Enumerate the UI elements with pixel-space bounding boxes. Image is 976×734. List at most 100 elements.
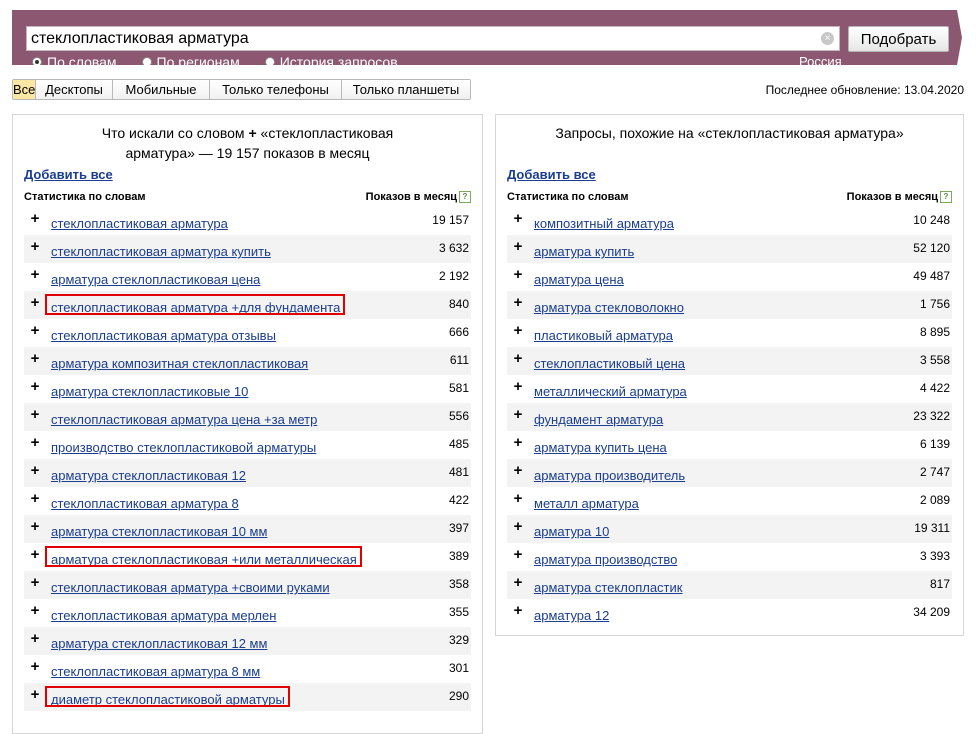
phrase-link[interactable]: арматура стеклопластиковая 12 мм <box>51 636 267 651</box>
phrase-link[interactable]: арматура купить <box>534 244 634 259</box>
add-phrase-plus-icon[interactable]: + <box>29 267 41 282</box>
phrase-link[interactable]: пластиковый арматура <box>534 328 673 343</box>
phrase-link[interactable]: стеклопластиковая арматура +для фундамен… <box>51 300 340 315</box>
phrase-link[interactable]: стеклопластиковая арматура 8 мм <box>51 664 260 679</box>
impressions-count: 19 311 <box>914 521 950 535</box>
add-phrase-plus-icon[interactable]: + <box>512 379 524 394</box>
impressions-count: 2 089 <box>919 493 950 507</box>
phrase-link[interactable]: производство стеклопластиковой арматуры <box>51 440 316 455</box>
phrase-link[interactable]: арматура производство <box>534 552 677 567</box>
phrase-link[interactable]: композитный арматура <box>534 216 674 231</box>
column-phrase: Статистика по словам <box>24 191 146 203</box>
phrase-link[interactable]: арматура производитель <box>534 468 685 483</box>
add-phrase-plus-icon[interactable]: + <box>512 267 524 282</box>
phrase-link[interactable]: арматура цена <box>534 272 624 287</box>
add-phrase-plus-icon[interactable]: + <box>29 295 41 310</box>
tab-mobile[interactable]: Мобильные <box>112 80 209 99</box>
phrase-link[interactable]: стеклопластиковая арматура 8 <box>51 496 239 511</box>
add-phrase-plus-icon[interactable]: + <box>512 519 524 534</box>
panel-title: Запросы, похожие на «стеклопластиковая а… <box>555 125 904 141</box>
impressions-count: 49 487 <box>913 269 950 283</box>
mode-by-regions[interactable]: По регионам <box>141 54 240 65</box>
words-list: + стеклопластиковая арматура 19 157 + стекло… <box>24 207 471 711</box>
phrase-link[interactable]: арматура 12 <box>534 608 609 623</box>
search-band: × Подобрать По словам По регионам Истори… <box>12 10 962 65</box>
add-phrase-plus-icon[interactable]: + <box>29 379 41 394</box>
phrase-link[interactable]: стеклопластиковая арматура цена +за метр <box>51 412 317 427</box>
add-phrase-plus-icon[interactable]: + <box>29 547 41 562</box>
help-icon[interactable]: ? <box>459 191 471 203</box>
add-phrase-plus-icon[interactable]: + <box>512 211 524 226</box>
impressions-count: 611 <box>449 353 469 367</box>
mode-history[interactable]: История запросов <box>264 54 398 65</box>
add-all-link[interactable]: Добавить все <box>507 167 596 182</box>
add-phrase-plus-icon[interactable]: + <box>29 687 41 702</box>
add-phrase-plus-icon[interactable]: + <box>512 323 524 338</box>
add-phrase-plus-icon[interactable]: + <box>512 407 524 422</box>
table-row: + стеклопластиковая арматура 8 422 <box>24 487 471 515</box>
phrase-link[interactable]: стеклопластиковый цена <box>534 356 685 371</box>
add-phrase-plus-icon[interactable]: + <box>29 323 41 338</box>
tab-tablets-only[interactable]: Только планшеты <box>341 80 470 99</box>
phrase-link[interactable]: металлический арматура <box>534 384 687 399</box>
clear-icon[interactable]: × <box>821 32 834 45</box>
phrase-link[interactable]: стеклопластиковая арматура +своими рукам… <box>51 580 330 595</box>
mode-by-words[interactable]: По словам <box>32 54 117 65</box>
phrase-link[interactable]: арматура 10 <box>534 524 609 539</box>
add-phrase-plus-icon[interactable]: + <box>29 659 41 674</box>
add-phrase-plus-icon[interactable]: + <box>512 351 524 366</box>
add-phrase-plus-icon[interactable]: + <box>512 463 524 478</box>
tab-all[interactable]: Все <box>13 80 35 99</box>
tab-phones-only[interactable]: Только телефоны <box>209 80 341 99</box>
add-phrase-plus-icon[interactable]: + <box>512 491 524 506</box>
add-phrase-plus-icon[interactable]: + <box>29 603 41 618</box>
phrase-link[interactable]: стеклопластиковая арматура <box>51 216 228 231</box>
phrase-link[interactable]: арматура композитная стеклопластиковая <box>51 356 308 371</box>
impressions-count: 290 <box>448 689 469 703</box>
search-input[interactable] <box>31 27 811 50</box>
phrase-link[interactable]: арматура стеклопластиковые 10 <box>51 384 248 399</box>
add-phrase-plus-icon[interactable]: + <box>29 239 41 254</box>
add-phrase-plus-icon[interactable]: + <box>29 351 41 366</box>
add-phrase-plus-icon[interactable]: + <box>512 295 524 310</box>
add-phrase-plus-icon[interactable]: + <box>512 603 524 618</box>
add-phrase-plus-icon[interactable]: + <box>29 211 41 226</box>
tab-desktops[interactable]: Десктопы <box>35 80 112 99</box>
table-row: + стеклопластиковая арматура +для фундаме… <box>24 291 471 319</box>
phrase-link[interactable]: арматура стеклопластик <box>534 580 682 595</box>
add-phrase-plus-icon[interactable]: + <box>29 491 41 506</box>
region-link[interactable]: Россия <box>799 54 842 65</box>
last-update: Последнее обновление: 13.04.2020 <box>765 83 964 97</box>
phrase-link[interactable]: стеклопластиковая арматура мерлен <box>51 608 276 623</box>
table-row: + арматура стеклопластиковая 12 мм 329 <box>24 627 471 655</box>
add-phrase-plus-icon[interactable]: + <box>29 631 41 646</box>
add-phrase-plus-icon[interactable]: + <box>29 519 41 534</box>
add-phrase-plus-icon[interactable]: + <box>512 239 524 254</box>
phrase-link[interactable]: арматура купить цена <box>534 440 667 455</box>
submit-button[interactable]: Подобрать <box>848 26 949 52</box>
add-all-link[interactable]: Добавить все <box>24 167 113 182</box>
phrase-link[interactable]: арматура стеклопластиковая +или металлич… <box>51 552 357 567</box>
help-icon[interactable]: ? <box>940 191 952 203</box>
add-phrase-plus-icon[interactable]: + <box>29 435 41 450</box>
table-row: + арматура стеклопластиковые 10 581 <box>24 375 471 403</box>
phrase-link[interactable]: стеклопластиковая арматура купить <box>51 244 271 259</box>
phrase-link[interactable]: металл арматура <box>534 496 639 511</box>
add-phrase-plus-icon[interactable]: + <box>512 547 524 562</box>
phrase-link[interactable]: стеклопластиковая арматура отзывы <box>51 328 276 343</box>
phrase-link[interactable]: арматура стеклопластиковая цена <box>51 272 260 287</box>
add-phrase-plus-icon[interactable]: + <box>29 575 41 590</box>
table-row: + стеклопластиковая арматура +своими рука… <box>24 571 471 599</box>
add-phrase-plus-icon[interactable]: + <box>512 575 524 590</box>
phrase-link[interactable]: арматура стекловолокно <box>534 300 684 315</box>
phrase-link[interactable]: диаметр стеклопластиковой арматуры <box>51 692 285 707</box>
add-phrase-plus-icon[interactable]: + <box>512 435 524 450</box>
radio-icon <box>141 57 152 65</box>
add-phrase-plus-icon[interactable]: + <box>29 463 41 478</box>
add-phrase-plus-icon[interactable]: + <box>29 407 41 422</box>
phrase-link[interactable]: арматура стеклопластиковая 10 мм <box>51 524 267 539</box>
column-header: Статистика по словам Показов в месяц ? <box>507 191 952 205</box>
phrase-link[interactable]: фундамент арматура <box>534 412 663 427</box>
table-row: + металл арматура 2 089 <box>507 487 952 515</box>
phrase-link[interactable]: арматура стеклопластиковая 12 <box>51 468 246 483</box>
